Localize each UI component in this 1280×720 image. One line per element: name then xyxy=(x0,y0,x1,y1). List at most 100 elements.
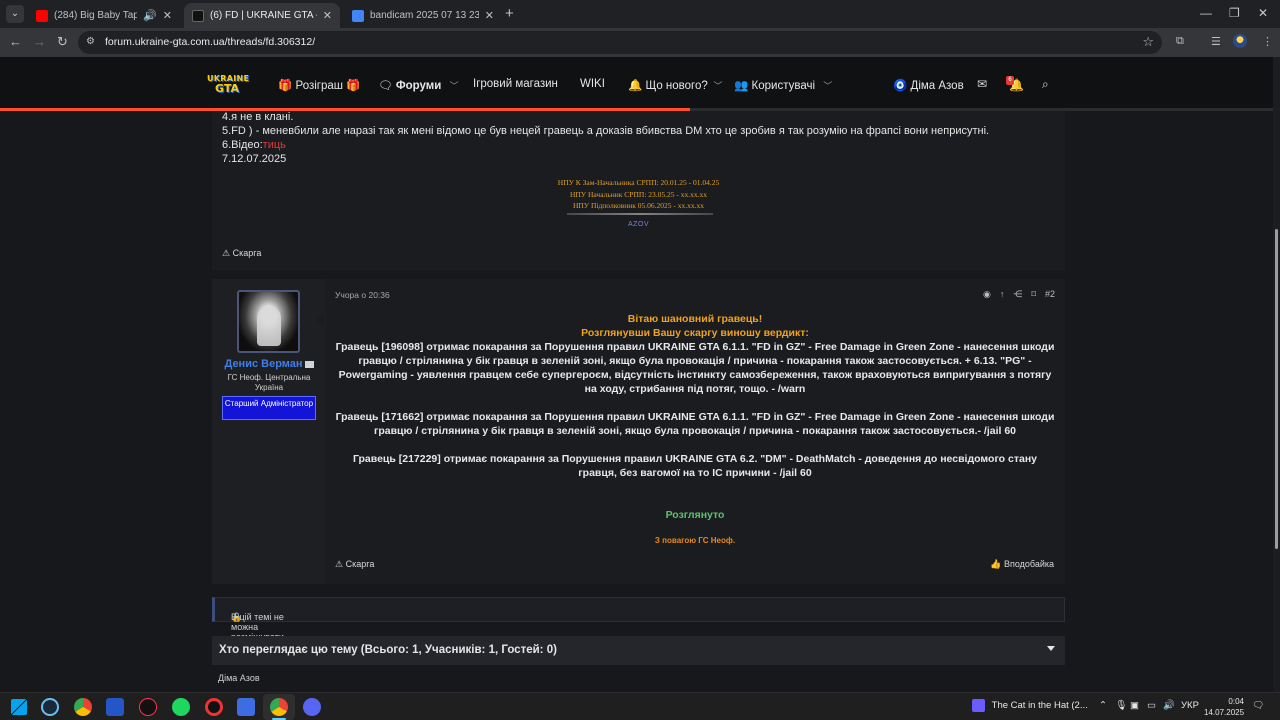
post-text-line: 5.FD ) - меневбили але наразі так як мен… xyxy=(222,125,990,137)
battery-icon[interactable]: ▭ xyxy=(1147,700,1156,711)
author-name-text: Денис Верман xyxy=(224,358,303,370)
scrollbar-thumb[interactable] xyxy=(1275,229,1278,549)
verdict-paragraph: Гравець [171662] отримає покарання за По… xyxy=(335,411,1055,437)
tray-chevron-icon[interactable]: ⌃ xyxy=(1099,700,1107,711)
nav-shop[interactable]: Ігровий магазин xyxy=(473,78,558,90)
clock[interactable]: 0:04 14.07.2025 xyxy=(1204,696,1244,718)
like-button[interactable]: 👍 Вподобайка xyxy=(990,559,1054,570)
report-button[interactable]: ⚠ Скарга xyxy=(335,559,374,570)
steam-icon[interactable] xyxy=(41,698,59,716)
tab-youtube[interactable]: (284) Big Baby Tape - Turbo 🔊 ✕ xyxy=(28,3,180,28)
browser-toolbar: ← → ↻ ⚙ forum.ukraine-gta.com.ua/threads… xyxy=(0,28,1280,57)
network-icon[interactable]: ▣ xyxy=(1130,700,1139,711)
nav-account[interactable]: 🧿 Діма Азов xyxy=(893,78,964,92)
url-text: forum.ukraine-gta.com.ua/threads/fd.3063… xyxy=(105,36,316,48)
post-text-line: 7.12.07.2025 xyxy=(222,153,287,165)
chrome-icon[interactable] xyxy=(74,698,92,716)
signoff-text: З повагою ГС Неоф. xyxy=(654,536,736,545)
share-icon[interactable]: ⋲ xyxy=(1013,289,1022,299)
restore-icon[interactable]: ❐ xyxy=(1229,6,1240,20)
bookmark-icon[interactable]: ⌑ xyxy=(1031,289,1036,299)
nav-whats-new[interactable]: 🔔 Що нового? ﹀ xyxy=(628,78,722,92)
thumbs-up-icon: 👍 xyxy=(990,559,1002,569)
chevron-down-icon[interactable]: ﹀ xyxy=(818,81,832,91)
author-role: ГС Неоф. Центральна Україна xyxy=(227,373,311,392)
nav-wiki[interactable]: WIKI xyxy=(580,78,605,90)
chrome-icon[interactable] xyxy=(270,698,288,716)
language-indicator[interactable]: УКР xyxy=(1181,700,1199,711)
extensions-icon[interactable]: ⧉ xyxy=(1176,35,1184,48)
chat-icon: 🗨 xyxy=(378,80,393,92)
page-scrollbar[interactable] xyxy=(1273,57,1280,692)
profile-avatar-icon[interactable] xyxy=(1233,34,1247,48)
signature-line: НПУ К Зам-Начальника СРПП: 20.01.25 - 01… xyxy=(557,178,720,187)
chevron-circle-icon[interactable]: ◉ xyxy=(983,289,991,299)
new-tab-button[interactable]: + xyxy=(505,5,514,23)
close-icon[interactable]: ✕ xyxy=(485,9,494,22)
close-icon[interactable]: ✕ xyxy=(323,9,332,22)
media-control-icon[interactable]: ☰ xyxy=(1211,35,1221,48)
spotify-icon[interactable] xyxy=(172,698,190,716)
avatar[interactable] xyxy=(237,290,300,353)
tab-title: (284) Big Baby Tape - Turbo xyxy=(54,10,138,21)
nav-forums[interactable]: 🗨 Форуми ﹀ xyxy=(378,78,459,92)
viewers-title: Хто переглядає цю тему (Всього: 1, Учасн… xyxy=(219,644,557,656)
signature-line: НПУ Підполковник 05.06.2025 - xx.xx.xx xyxy=(572,201,705,210)
nav-users[interactable]: 👥 Користувачі ﹀ xyxy=(734,78,832,92)
author-name[interactable]: Денис Верман xyxy=(212,358,326,370)
gift-icon: 🎁 xyxy=(278,80,293,92)
window-close-icon[interactable]: ✕ xyxy=(1258,6,1268,20)
app-icon[interactable] xyxy=(237,698,255,716)
tab-forum[interactable]: (6) FD | UKRAINE GTA - Ігровий ✕ xyxy=(184,3,340,28)
video-link[interactable]: тиць xyxy=(263,139,286,151)
forward-button[interactable]: → xyxy=(33,34,46,50)
post-date[interactable]: Учора о 20:36 xyxy=(335,290,390,300)
chevron-down-icon[interactable]: ﹀ xyxy=(711,81,722,91)
tab-title: bandicam 2025 07 13 23 57 20 xyxy=(370,10,479,21)
discord-icon[interactable] xyxy=(303,698,321,716)
notifications-icon[interactable]: 🗨 xyxy=(1252,700,1264,711)
verdict-paragraph: Гравець [196098] отримає покарання за По… xyxy=(335,341,1055,395)
envelope-icon[interactable]: ✉ xyxy=(977,77,987,91)
post-text-line: 6.Відео:тиць xyxy=(222,139,286,151)
search-icon[interactable]: ⌕ xyxy=(1042,77,1049,92)
post-author-panel: Денис Верман ГС Неоф. Центральна Україна… xyxy=(212,279,326,584)
media-title: The Cat in the Hat (2... xyxy=(991,700,1088,711)
nav-label: Діма Азов xyxy=(910,80,964,92)
windows-start-icon[interactable] xyxy=(11,699,27,715)
viewers-header[interactable]: Хто переглядає цю тему (Всього: 1, Учасн… xyxy=(212,636,1065,665)
speaker-icon[interactable]: 🔊 xyxy=(143,9,157,22)
chevron-down-icon[interactable]: ﹀ xyxy=(445,81,459,91)
app-icon[interactable] xyxy=(106,698,124,716)
back-button[interactable]: ← xyxy=(9,34,22,50)
bookmark-star-icon[interactable]: ☆ xyxy=(1142,34,1154,50)
tab-bandicam[interactable]: bandicam 2025 07 13 23 57 20 ✕ xyxy=(344,3,502,28)
tiktok-icon[interactable] xyxy=(139,698,157,716)
reload-button[interactable]: ↻ xyxy=(57,34,68,50)
tab-search-icon[interactable]: ⌄ xyxy=(6,5,24,23)
viewer-name[interactable]: Діма Азов xyxy=(218,673,260,683)
post-number[interactable]: #2 xyxy=(1045,289,1055,299)
close-icon[interactable]: ✕ xyxy=(163,9,172,22)
page-content: UKRAINE GTA 🎁 Розіграш 🎁 🗨 Форуми ﹀ Ігро… xyxy=(0,57,1280,692)
post-text: 6.Відео: xyxy=(222,139,263,151)
collapse-icon[interactable] xyxy=(1047,646,1055,651)
document-icon xyxy=(352,9,364,22)
post-arrow xyxy=(316,314,324,326)
arrow-up-icon[interactable]: ↑ xyxy=(1000,289,1005,299)
address-bar[interactable]: ⚙ forum.ukraine-gta.com.ua/threads/fd.30… xyxy=(78,31,1162,54)
status-text: Розглянуто xyxy=(665,509,725,521)
record-icon[interactable] xyxy=(205,698,223,716)
nav-label: WIKI xyxy=(580,78,605,90)
alerts-badge: 6 xyxy=(1006,76,1014,85)
nav-giveaway[interactable]: 🎁 Розіграш 🎁 xyxy=(278,78,361,92)
media-widget[interactable]: The Cat in the Hat (2... xyxy=(972,699,1088,712)
report-button[interactable]: ⚠ Скарга xyxy=(222,248,261,259)
minimize-icon[interactable]: — xyxy=(1200,6,1212,20)
site-info-icon[interactable]: ⚙ xyxy=(86,36,98,48)
author-banner: Старший Адміністратор xyxy=(222,396,316,420)
volume-icon[interactable]: 🔊 xyxy=(1163,700,1175,711)
site-logo[interactable]: UKRAINE GTA xyxy=(207,74,249,96)
microphone-icon[interactable]: 🎙 xyxy=(1115,700,1127,711)
menu-icon[interactable]: ⋮ xyxy=(1262,35,1273,48)
